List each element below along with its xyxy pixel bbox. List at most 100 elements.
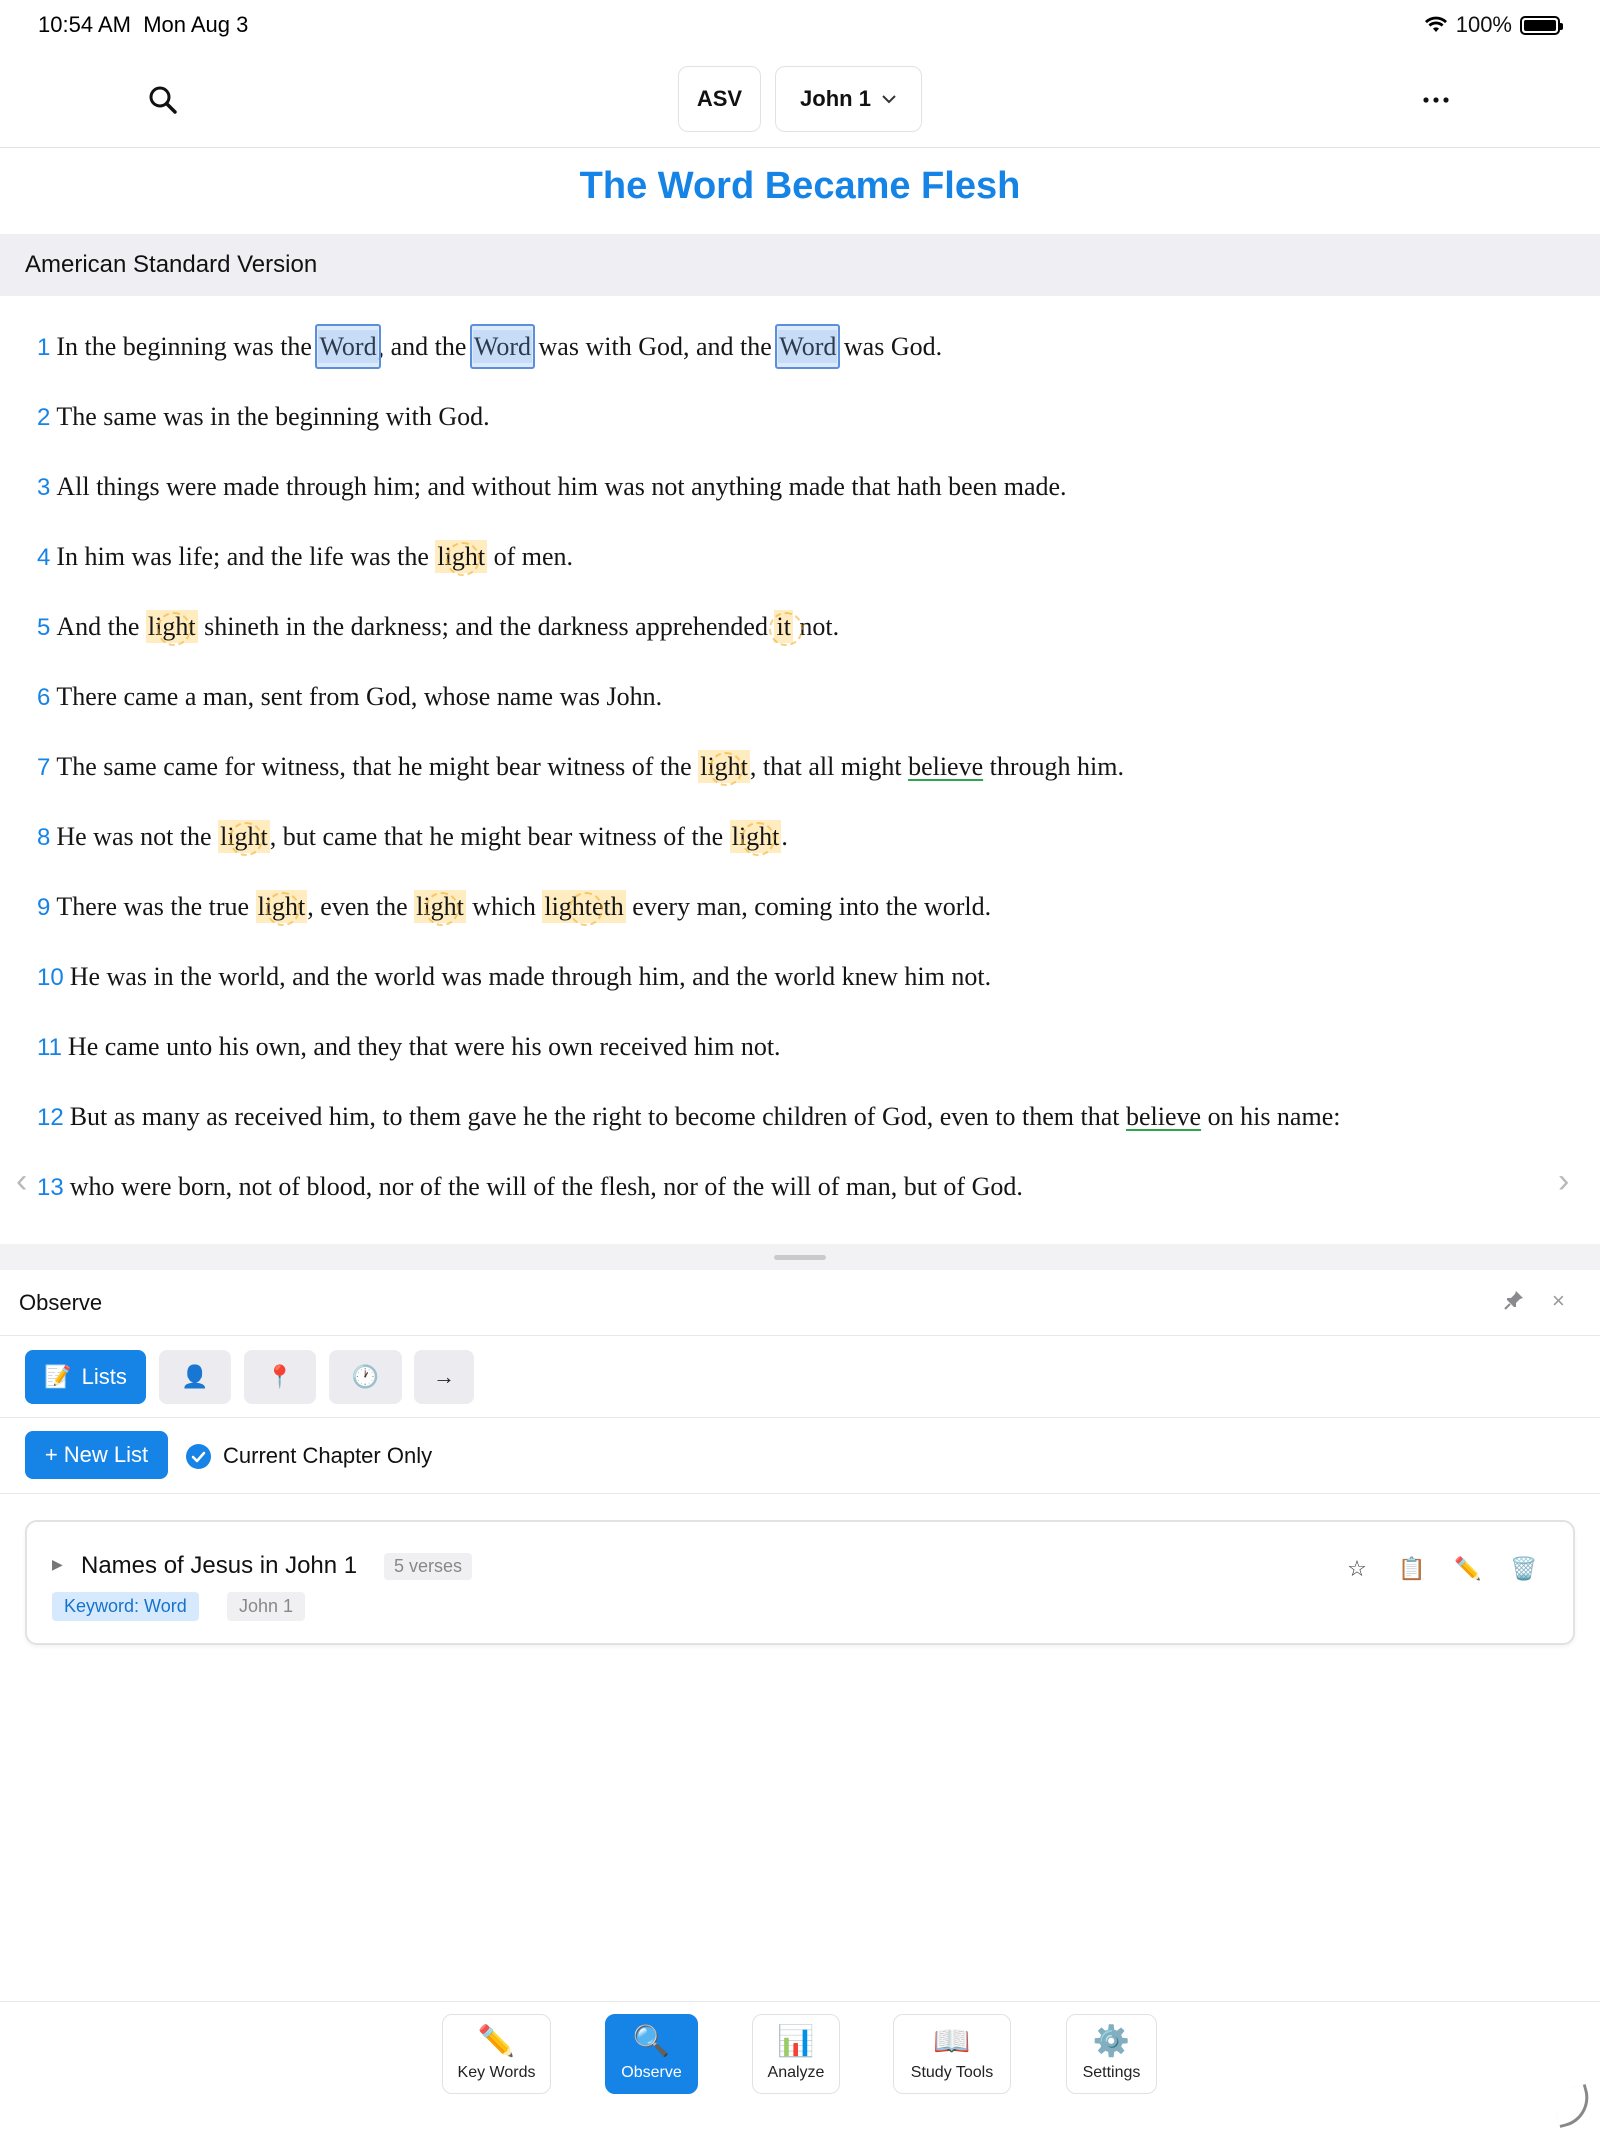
delete-list-button[interactable]: 🗑️ (1509, 1554, 1539, 1584)
bottom-tab-label: Settings (1082, 2064, 1141, 2081)
battery-percent: 100% (1455, 12, 1512, 37)
current-chapter-checkbox[interactable] (186, 1444, 211, 1469)
tab-next[interactable]: → (414, 1350, 474, 1404)
keyword-light[interactable]: light (729, 820, 782, 853)
keyword-light[interactable]: light (698, 750, 750, 783)
verse-number: 7 (37, 754, 51, 781)
clipboard-icon: 📋 (1398, 1556, 1426, 1581)
tab-people[interactable]: 👤 (159, 1350, 231, 1404)
list-card[interactable]: ▶ Names of Jesus in John 1 5 verses Keyw… (25, 1520, 1575, 1645)
chevron-down-icon (882, 95, 896, 104)
keyword-light[interactable]: lighteth (542, 890, 626, 923)
verse-text: He was not the (56, 822, 219, 851)
verse-2[interactable]: 2 The same was in the beginning with God. (37, 388, 1557, 458)
search-button[interactable] (145, 82, 181, 118)
bottom-tab-study-tools[interactable]: 📖 Study Tools (893, 2014, 1011, 2094)
verse-number: 12 (37, 1104, 64, 1131)
list-controls: + New List Current Chapter Only (0, 1418, 1600, 1494)
version-selector-button[interactable]: ASV (678, 66, 761, 132)
bottom-tab-settings[interactable]: ⚙️ Settings (1066, 2014, 1157, 2094)
verse-number: 4 (37, 544, 51, 571)
section-title: The Word Became Flesh (579, 165, 1021, 207)
keyword-believe[interactable]: believe (1126, 1102, 1201, 1131)
status-right: 100% (1424, 12, 1563, 38)
verse-11[interactable]: 11 He came unto his own, and they that we… (37, 1018, 1557, 1088)
verse-8[interactable]: 8 He was not the light, but came that he … (37, 808, 1557, 878)
copy-list-button[interactable]: 📋 (1397, 1554, 1427, 1584)
keyword-light[interactable]: light (218, 820, 270, 853)
verse-count-badge: 5 verses (384, 1553, 473, 1580)
keyword-word[interactable]: Word (778, 330, 838, 363)
tab-places[interactable]: 📍 (244, 1350, 316, 1404)
verse-12[interactable]: 12 But as many as received him, to them g… (37, 1088, 1557, 1158)
bottom-tab-key-words[interactable]: ✏️ Key Words (442, 2014, 551, 2094)
keyword-light[interactable]: it (774, 610, 793, 643)
verse-text: every man, coming into the world. (625, 892, 992, 921)
verse-text: shineth in the darkness; and the darknes… (197, 612, 775, 641)
keyword-light[interactable]: light (414, 890, 466, 923)
keyword-word[interactable]: Word (472, 330, 533, 363)
verse-text: , and the (377, 332, 473, 361)
verse-text: He came unto his own, and they that were… (67, 1032, 781, 1061)
more-options-button[interactable] (1418, 82, 1454, 118)
memo-icon: 📝 (44, 1364, 72, 1389)
verse-9[interactable]: 9 There was the true light, even the ligh… (37, 878, 1557, 948)
disclosure-triangle-icon[interactable]: ▶ (52, 1556, 63, 1573)
verse-text: was with God, and the (532, 332, 779, 361)
verse-text: through him. (983, 752, 1124, 781)
verse-3[interactable]: 3 All things were made through him; and w… (37, 458, 1557, 528)
keyword-word[interactable]: Word (318, 330, 378, 363)
keyword-light[interactable]: light (435, 540, 488, 573)
next-chapter-button[interactable]: › (1558, 1162, 1569, 1201)
drag-grip[interactable] (774, 1255, 826, 1260)
status-time: 10:54 AM Mon Aug 3 (38, 12, 249, 37)
verse-text: But as many as received him, to them gav… (69, 1102, 1127, 1131)
panel-resize-handle[interactable] (0, 1244, 1600, 1270)
verse-7[interactable]: 7 The same came for witness, that he migh… (37, 738, 1557, 808)
verse-text: The same came for witness, that he might… (56, 752, 699, 781)
favorite-button[interactable]: ☆ (1342, 1554, 1372, 1584)
bottom-tab-label: Observe (621, 2064, 682, 2081)
pushpin-icon: 📍 (266, 1364, 294, 1389)
wifi-icon (1424, 16, 1447, 32)
verse-1[interactable]: 1 In the beginning was the Word, and the … (37, 318, 1557, 388)
verse-number: 3 (37, 474, 51, 501)
pin-panel-button[interactable] (1504, 1290, 1524, 1316)
verse-text: who were born, not of blood, nor of the … (69, 1172, 1023, 1201)
version-label: ASV (696, 86, 743, 111)
bottom-tab-observe[interactable]: 🔍 Observe (605, 2014, 698, 2094)
pencil-icon: ✏️ (1454, 1556, 1482, 1581)
verse-number: 5 (37, 614, 51, 641)
verse-5[interactable]: 5 And the light shineth in the darkness; … (37, 598, 1557, 668)
top-toolbar: ASV John 1 (0, 50, 1600, 148)
verse-10[interactable]: 10 He was in the world, and the world was… (37, 948, 1557, 1018)
search-icon (149, 86, 177, 114)
version-header: American Standard Version (0, 234, 1600, 296)
current-chapter-label[interactable]: Current Chapter Only (223, 1443, 432, 1469)
edit-list-button[interactable]: ✏️ (1453, 1554, 1483, 1584)
previous-chapter-button[interactable]: ‹ (16, 1162, 27, 1201)
new-list-button[interactable]: + New List (25, 1431, 168, 1479)
keyword-believe[interactable]: believe (908, 752, 983, 781)
bottom-tab-label: Analyze (767, 2064, 825, 2081)
verse-6[interactable]: 6 There came a man, sent from God, whose … (37, 668, 1557, 738)
observe-tabs: 📝 Lists 👤 📍 🕐 → (0, 1336, 1600, 1418)
version-name: American Standard Version (25, 251, 318, 278)
keyword-light[interactable]: light (145, 610, 198, 643)
tab-lists[interactable]: 📝 Lists (25, 1350, 146, 1404)
magnifier-icon: 🔍 (632, 2025, 671, 2058)
tab-time[interactable]: 🕐 (329, 1350, 402, 1404)
verse-4[interactable]: 4 In him was life; and the life was the l… (37, 528, 1557, 598)
verse-number: 13 (37, 1174, 64, 1201)
verse-13[interactable]: 13 who were born, not of blood, nor of th… (37, 1158, 1557, 1228)
bottom-tab-bar: ✏️ Key Words 🔍 Observe 📊 Analyze 📖 Study… (0, 2001, 1600, 2133)
verse-text: There was the true (56, 892, 256, 921)
close-panel-button[interactable]: × (1552, 1288, 1565, 1314)
keyword-light[interactable]: light (255, 890, 308, 923)
verse-number: 6 (37, 684, 51, 711)
gear-icon: ⚙️ (1092, 2025, 1131, 2058)
verse-number: 10 (37, 964, 64, 991)
bottom-tab-analyze[interactable]: 📊 Analyze (752, 2014, 840, 2094)
ellipsis-icon (1423, 97, 1449, 103)
chapter-selector-button[interactable]: John 1 (775, 66, 922, 132)
